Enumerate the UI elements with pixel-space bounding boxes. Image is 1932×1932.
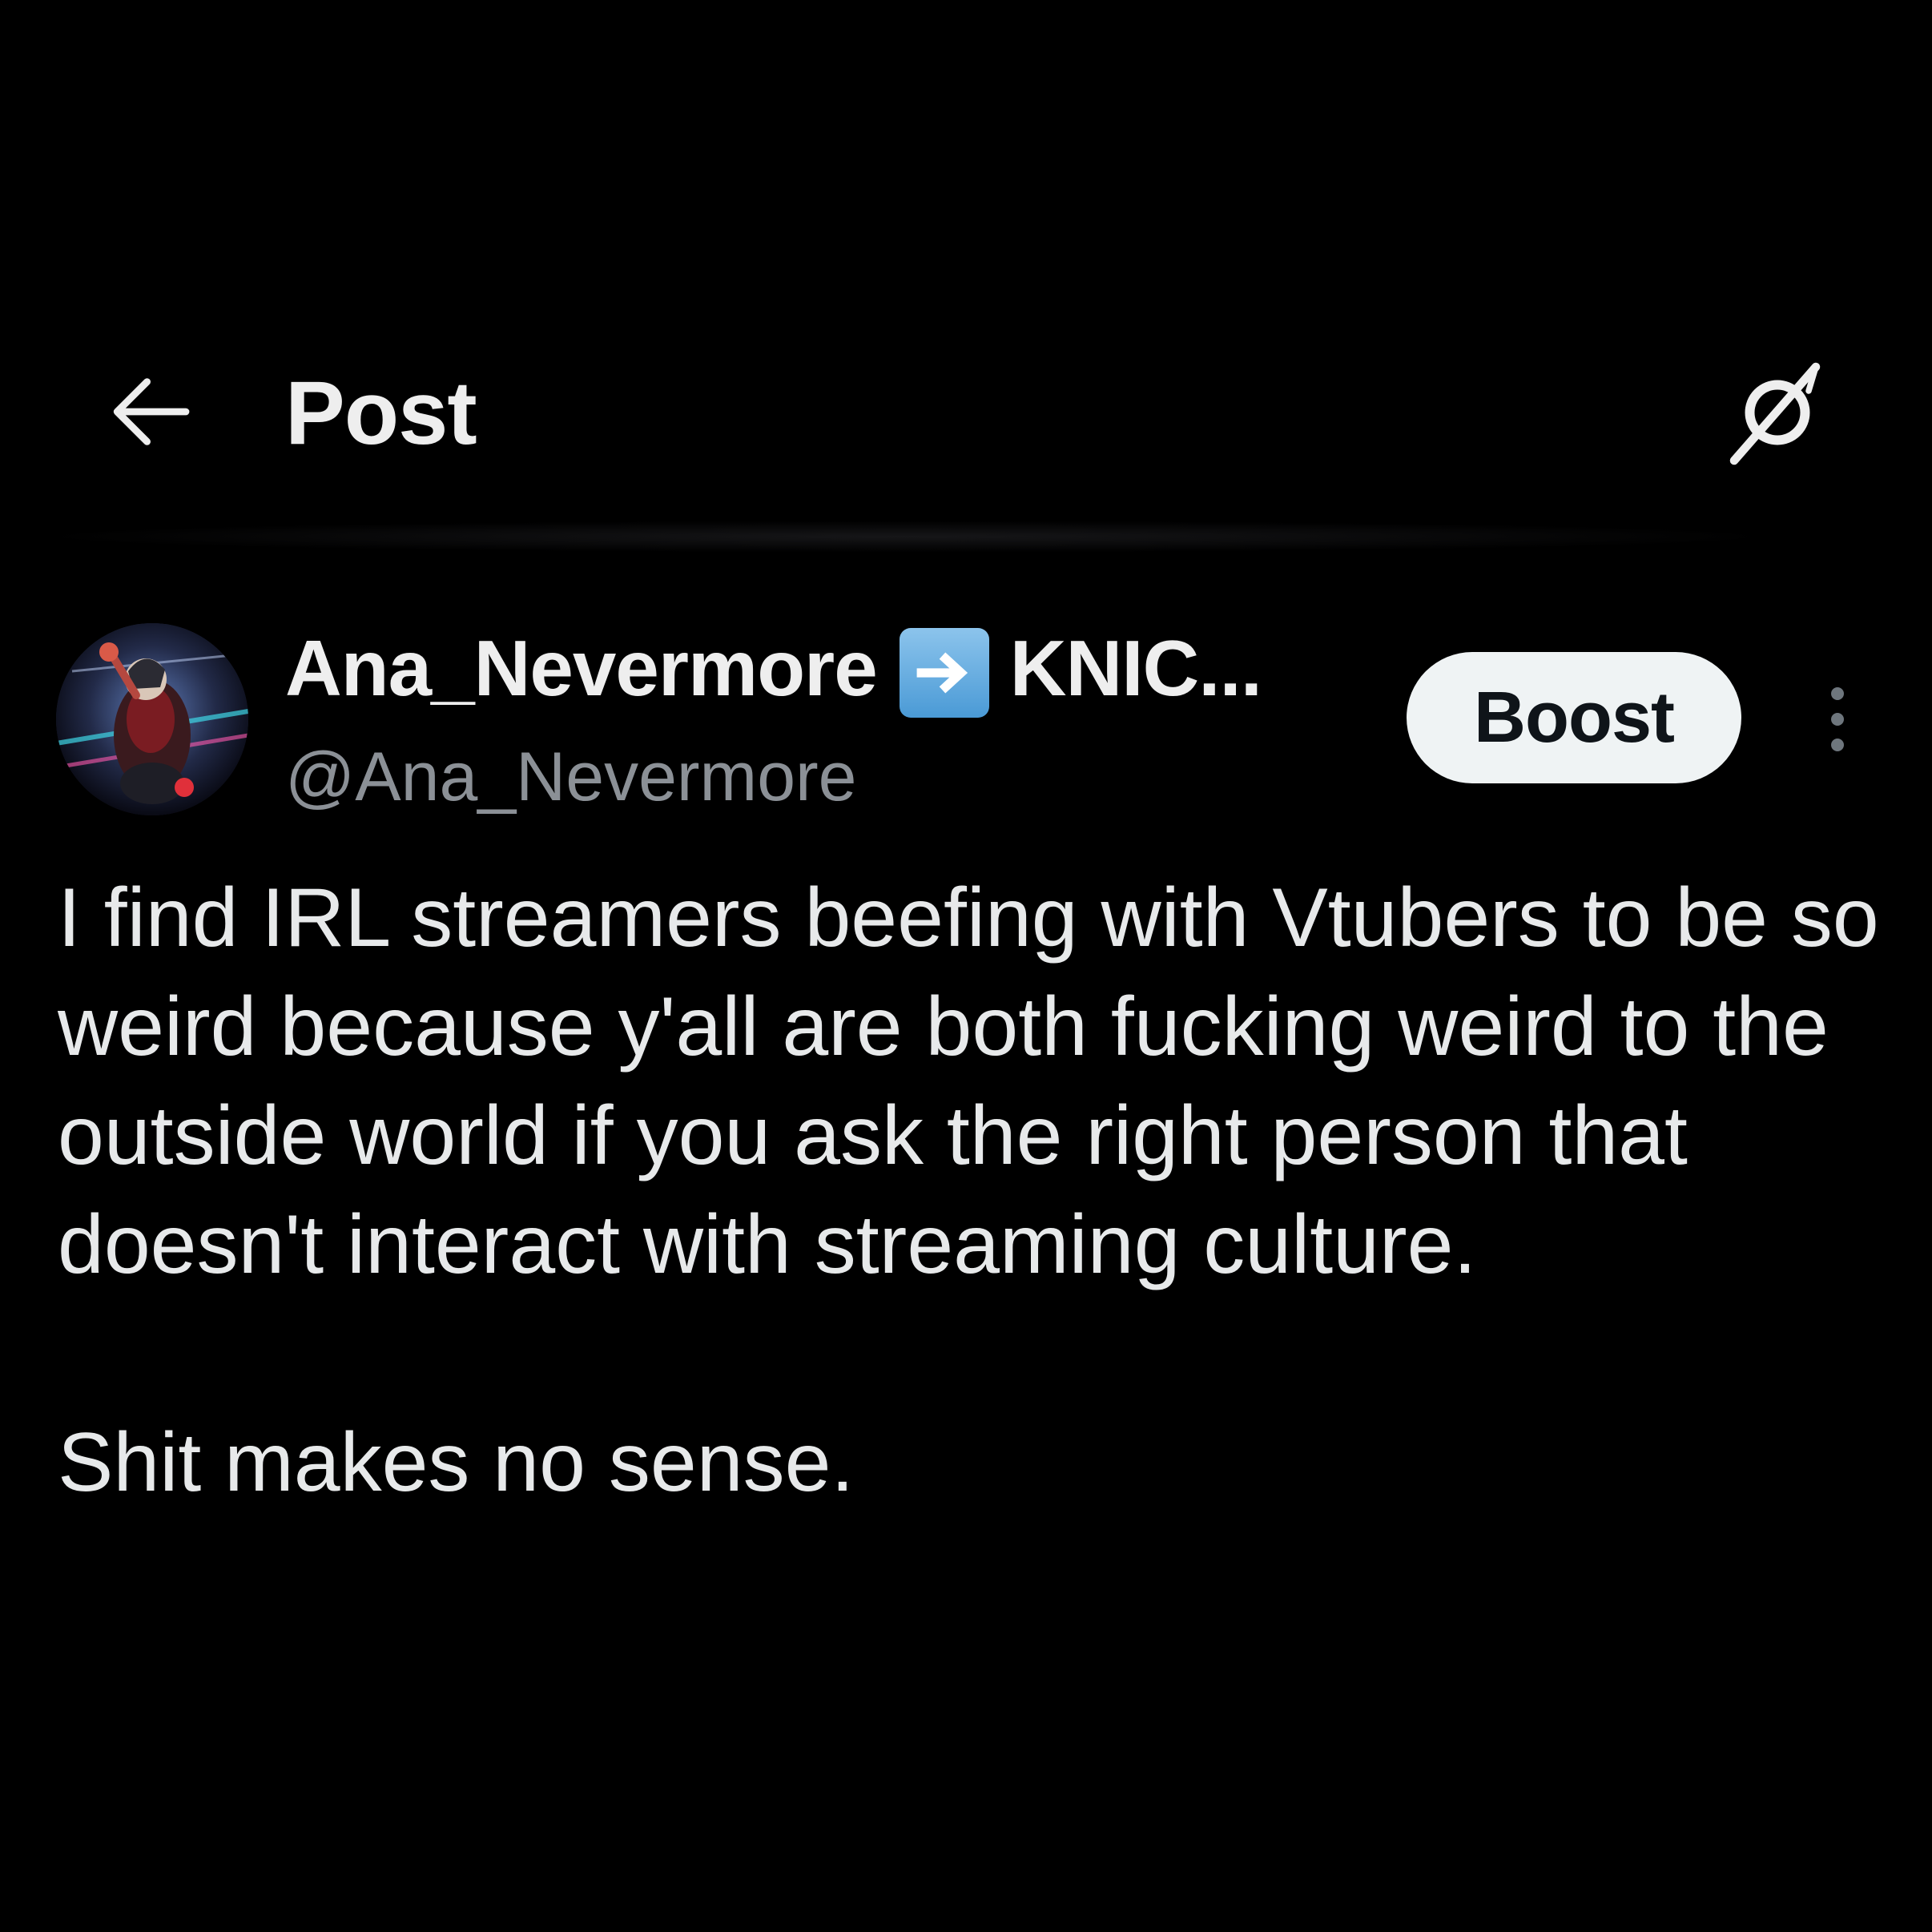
back-button[interactable]	[103, 365, 199, 461]
header-divider	[32, 521, 1778, 553]
grok-icon	[1715, 355, 1835, 479]
author-display-name: Ana_Nevermore	[285, 623, 878, 712]
post-paragraph: Shit makes no sense.	[58, 1416, 855, 1509]
arrow-left-icon	[107, 368, 195, 460]
author-name-suffix: KNIC...	[1009, 623, 1262, 712]
boost-button[interactable]: Boost	[1407, 652, 1741, 783]
right-arrow-emoji-icon	[899, 628, 989, 718]
post-text: I find IRL streamers beefing with Vtuber…	[58, 863, 1900, 1517]
grok-button[interactable]	[1711, 352, 1839, 481]
top-bar: Post	[0, 336, 1932, 481]
author-handle[interactable]: @Ana_Nevermore	[285, 737, 857, 817]
post-paragraph: I find IRL streamers beefing with Vtuber…	[58, 871, 1879, 1291]
more-options-button[interactable]	[1807, 657, 1868, 785]
page-title: Post	[285, 363, 477, 463]
author-name-row[interactable]: Ana_Nevermore KNIC...	[285, 620, 1262, 718]
more-vertical-icon	[1821, 679, 1854, 763]
avatar[interactable]	[56, 623, 248, 815]
